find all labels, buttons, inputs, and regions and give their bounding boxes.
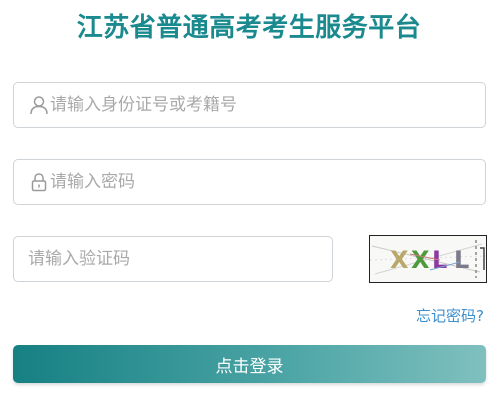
captcha-char-1: X — [390, 246, 409, 274]
captcha-field[interactable] — [13, 236, 333, 282]
forgot-password-link[interactable]: 忘记密码? — [416, 306, 484, 326]
lock-icon — [28, 171, 50, 193]
id-field[interactable] — [13, 82, 486, 128]
login-button[interactable]: 点击登录 — [13, 345, 486, 383]
user-icon — [28, 94, 50, 116]
password-field[interactable] — [13, 159, 486, 205]
id-input[interactable] — [50, 95, 450, 115]
login-page: 江苏省普通高考考生服务平台 请输入身份证号或考籍号 请输入验证码 X X L L… — [0, 0, 498, 404]
password-input[interactable] — [50, 172, 450, 192]
captcha-char-2: X — [411, 246, 430, 274]
page-title: 江苏省普通高考考生服务平台 — [76, 13, 422, 43]
captcha-char-4: L — [454, 246, 469, 274]
captcha-input[interactable] — [28, 249, 318, 269]
captcha-image[interactable]: X X L L — [369, 235, 487, 283]
